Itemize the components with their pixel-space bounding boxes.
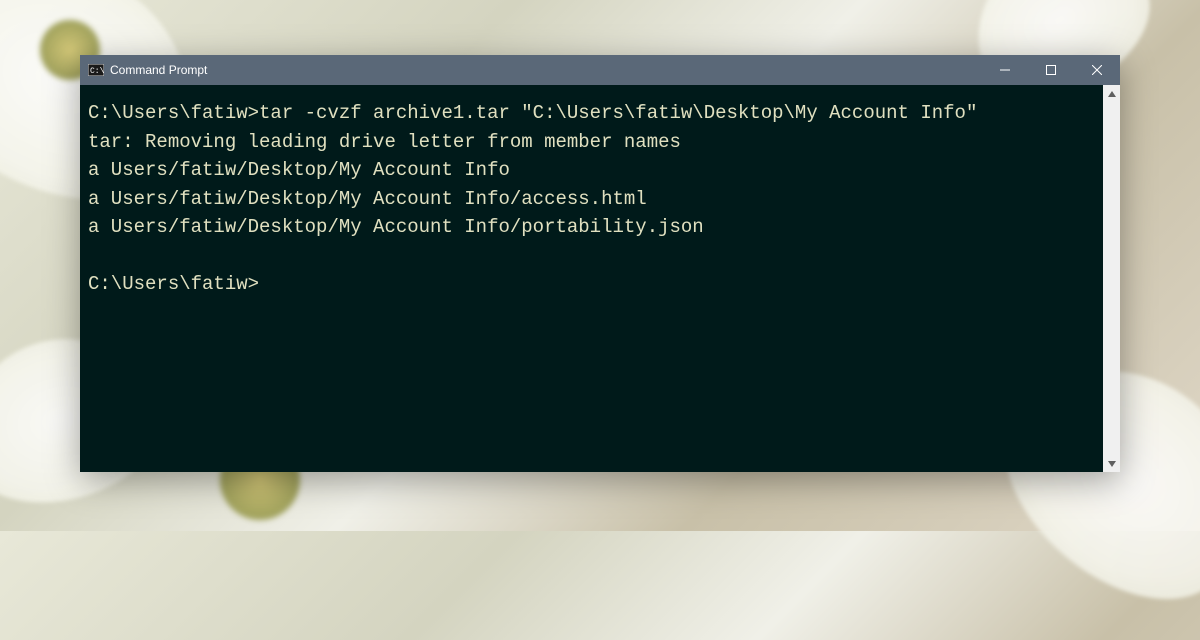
window-title: Command Prompt [110, 55, 982, 85]
minimize-button[interactable] [982, 55, 1028, 85]
terminal-output[interactable]: C:\Users\fatiw>tar -cvzf archive1.tar "C… [80, 85, 1103, 472]
close-button[interactable] [1074, 55, 1120, 85]
maximize-button[interactable] [1028, 55, 1074, 85]
titlebar[interactable]: C:\ Command Prompt [80, 55, 1120, 85]
window-controls [982, 55, 1120, 85]
command-prompt-icon: C:\ [88, 64, 104, 76]
terminal-area: C:\Users\fatiw>tar -cvzf archive1.tar "C… [80, 85, 1120, 472]
svg-text:C:\: C:\ [90, 67, 104, 76]
scroll-down-button[interactable] [1103, 455, 1120, 472]
command-prompt-window: C:\ Command Prompt C:\Users\fatiw>tar -c… [80, 55, 1120, 472]
scroll-up-button[interactable] [1103, 85, 1120, 102]
scroll-track[interactable] [1103, 102, 1120, 455]
scrollbar[interactable] [1103, 85, 1120, 472]
